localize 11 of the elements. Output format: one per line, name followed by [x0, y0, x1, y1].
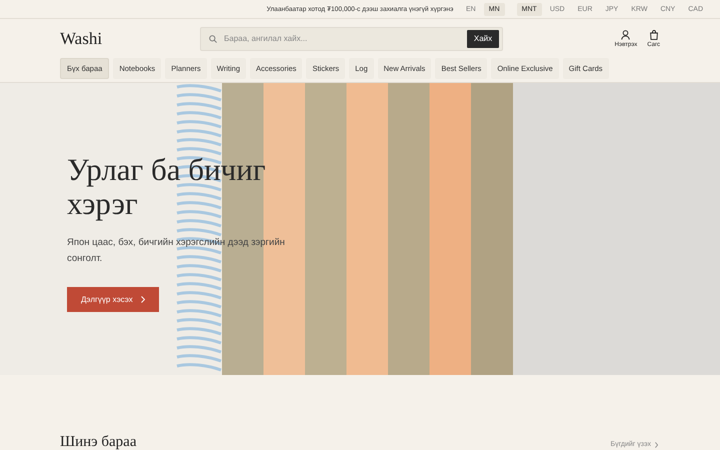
section-title: Шинэ бараа — [60, 433, 136, 450]
shop-button[interactable]: Дэлгүүр хэсэх — [67, 287, 159, 312]
search-button[interactable]: Хайх — [467, 30, 499, 48]
hero-subtitle: Япон цаас, бэх, бичгийн хэрэгслийн дээд зэргийн сонголт. — [67, 236, 286, 266]
search-icon — [209, 34, 217, 42]
search-field[interactable]: Бараа, ангилал хайх... Хайх — [200, 26, 503, 50]
chevron-right-icon — [140, 296, 145, 303]
store-logo[interactable]: Washi — [60, 28, 200, 48]
chevron-right-icon — [655, 442, 658, 448]
user-icon — [621, 30, 630, 40]
shopping-bag-icon — [650, 30, 658, 40]
